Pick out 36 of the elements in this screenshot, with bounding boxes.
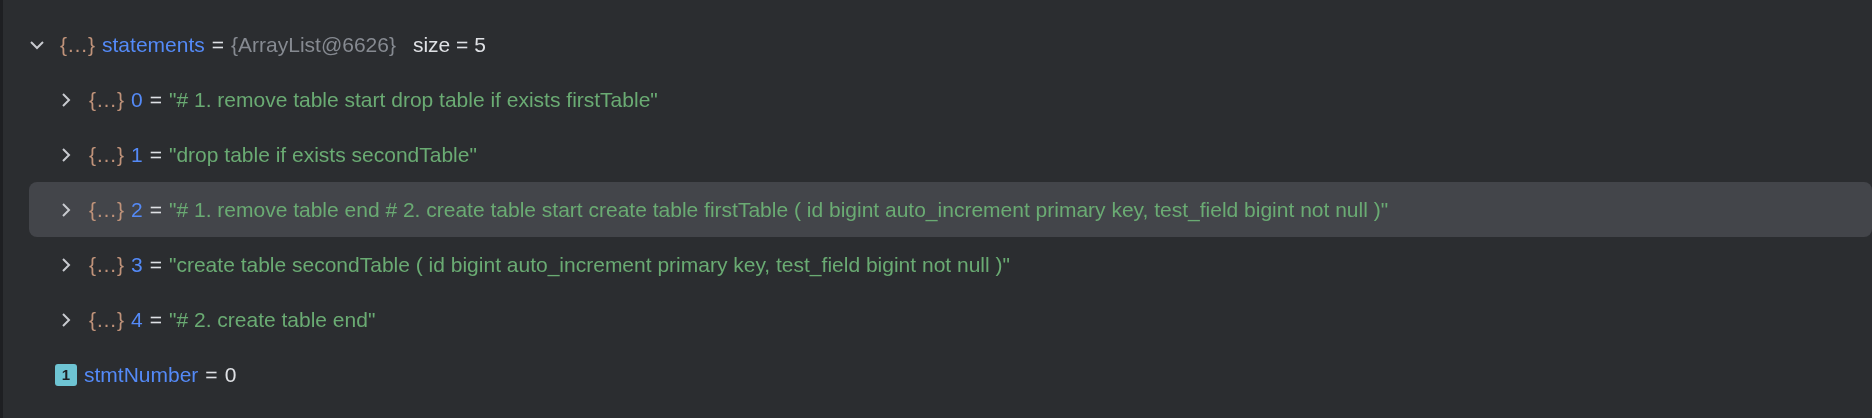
variable-name: statements: [102, 32, 205, 57]
object-icon: {…}: [89, 252, 125, 277]
equals-sign: =: [149, 87, 162, 112]
equals-sign: =: [211, 32, 224, 57]
number-value: 0: [224, 362, 237, 387]
object-icon: {…}: [89, 197, 125, 222]
tree-row[interactable]: {…} 2 = "# 1. remove table end # 2. create table start create table firstTable ( id bigint auto_increment primary key, test_field bigint not null )": [29, 182, 1872, 237]
variable-name: 4: [131, 307, 143, 332]
variable-name: stmtNumber: [84, 362, 199, 387]
tree-row[interactable]: {…} statements = {ArrayList@6626} size = 5: [29, 17, 1872, 72]
string-value: "create table secondTable ( id bigint auto_increment primary key, test_field bigint not null )": [169, 252, 1010, 277]
equals-sign: =: [149, 252, 162, 277]
variable-name: 3: [131, 252, 143, 277]
tree-row[interactable]: {…} 0 = "# 1. remove table start drop table if exists firstTable": [29, 72, 1872, 127]
object-icon: {…}: [89, 87, 125, 112]
equals-sign: =: [149, 142, 162, 167]
equals-sign: =: [205, 362, 218, 387]
variable-name: 0: [131, 87, 143, 112]
object-icon: {…}: [89, 307, 125, 332]
size-label: size = 5: [412, 32, 486, 57]
variable-name: 2: [131, 197, 143, 222]
object-icon: {…}: [60, 32, 96, 57]
primitive-icon: 1: [55, 363, 77, 386]
tree-row[interactable]: {…} 4 = "# 2. create table end": [29, 292, 1872, 347]
object-icon: {…}: [89, 142, 125, 167]
type-label: {ArrayList@6626}: [231, 32, 396, 57]
string-value: "# 2. create table end": [169, 307, 376, 332]
tree-row[interactable]: 1 stmtNumber = 0: [29, 347, 1872, 402]
tree-row[interactable]: {…} 1 = "drop table if exists secondTable": [29, 127, 1872, 182]
equals-sign: =: [149, 197, 162, 222]
tree-row[interactable]: {…} 3 = "create table secondTable ( id bigint auto_increment primary key, test_field bigint not null )": [29, 237, 1872, 292]
string-value: "# 1. remove table start drop table if exists firstTable": [169, 87, 658, 112]
equals-sign: =: [149, 307, 162, 332]
string-value: "drop table if exists secondTable": [169, 142, 477, 167]
string-value: "# 1. remove table end # 2. create table start create table firstTable ( id bigint auto_increment primary key, test_field bigint not null )": [169, 197, 1389, 222]
variable-name: 1: [131, 142, 143, 167]
